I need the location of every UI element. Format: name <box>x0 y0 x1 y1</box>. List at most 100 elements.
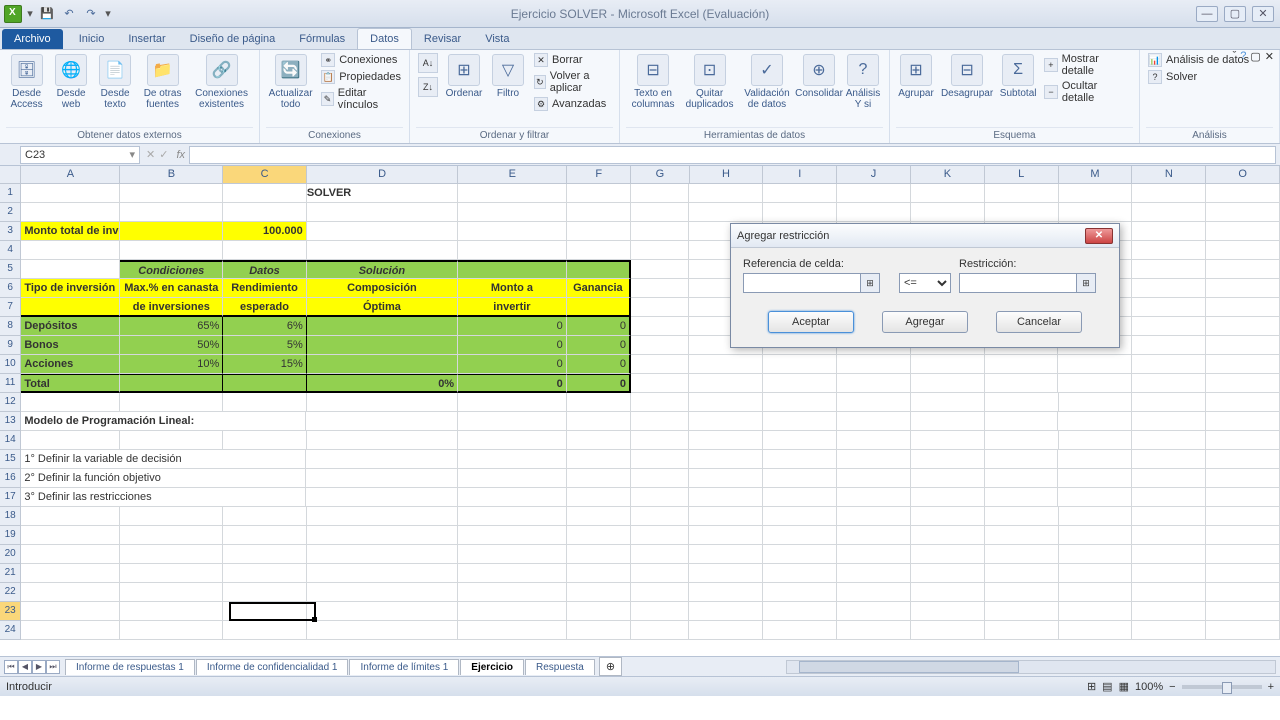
cell[interactable] <box>21 602 120 621</box>
cell[interactable] <box>1132 279 1206 298</box>
qat-dropdown-icon[interactable]: ▾ <box>26 5 34 23</box>
cell[interactable] <box>837 488 911 507</box>
cell[interactable] <box>837 450 911 469</box>
row-header-12[interactable]: 12 <box>0 393 21 412</box>
cell[interactable]: 15% <box>223 355 307 374</box>
zoom-out-button[interactable]: − <box>1169 681 1175 693</box>
cell[interactable] <box>1206 526 1280 545</box>
cell[interactable] <box>763 412 837 431</box>
cell[interactable] <box>120 602 223 621</box>
cell[interactable] <box>985 469 1059 488</box>
cell[interactable] <box>120 564 223 583</box>
cell[interactable] <box>689 583 763 602</box>
cell[interactable] <box>763 545 837 564</box>
cell[interactable] <box>1058 355 1132 374</box>
cell[interactable]: 10% <box>120 355 223 374</box>
cell[interactable] <box>458 469 567 488</box>
cell[interactable] <box>1132 469 1206 488</box>
cell[interactable] <box>631 393 689 412</box>
cell[interactable] <box>567 621 631 640</box>
cell[interactable] <box>307 507 458 526</box>
cell[interactable] <box>763 203 837 222</box>
cell[interactable] <box>567 602 631 621</box>
cell[interactable] <box>985 374 1059 393</box>
cell[interactable] <box>837 393 911 412</box>
cell[interactable] <box>567 450 631 469</box>
sheet-tab[interactable]: Informe de confidencialidad 1 <box>196 659 349 675</box>
cell[interactable]: Acciones <box>21 355 120 374</box>
cell[interactable]: Bonos <box>21 336 120 355</box>
cell[interactable] <box>21 260 120 279</box>
excel-icon[interactable] <box>4 5 22 23</box>
connections-button[interactable]: ⚭Conexiones <box>319 52 403 68</box>
cell[interactable] <box>689 507 763 526</box>
cell[interactable]: 100.000 <box>223 222 307 241</box>
cell[interactable] <box>223 545 307 564</box>
cell[interactable] <box>567 241 631 260</box>
clear-filter-button[interactable]: ✕Borrar <box>532 52 613 68</box>
cell[interactable] <box>689 412 763 431</box>
cell[interactable] <box>307 621 458 640</box>
cell[interactable] <box>567 298 631 317</box>
cell[interactable] <box>567 488 631 507</box>
remove-dup-button[interactable]: ⊡Quitar duplicados <box>684 52 735 112</box>
cell[interactable] <box>631 488 689 507</box>
cell[interactable]: 2° Definir la función objetivo <box>21 469 306 488</box>
cell[interactable] <box>1058 450 1132 469</box>
cell[interactable]: SOLVER <box>307 184 458 203</box>
new-sheet-button[interactable]: ⊕ <box>599 657 622 676</box>
cell[interactable] <box>631 260 689 279</box>
cell[interactable] <box>689 393 763 412</box>
cell[interactable] <box>1132 241 1206 260</box>
cell[interactable] <box>689 203 763 222</box>
cell[interactable] <box>1132 431 1206 450</box>
cell[interactable] <box>120 184 223 203</box>
tab-review[interactable]: Revisar <box>412 29 473 49</box>
row-header-16[interactable]: 16 <box>0 469 21 488</box>
cell[interactable] <box>763 450 837 469</box>
cell[interactable]: invertir <box>458 298 567 317</box>
cell[interactable] <box>120 241 223 260</box>
cell[interactable]: 0 <box>458 374 567 393</box>
cell[interactable] <box>567 545 631 564</box>
cell[interactable] <box>911 621 985 640</box>
cell[interactable] <box>223 526 307 545</box>
view-layout-icon[interactable]: ▤ <box>1102 680 1112 693</box>
cell[interactable] <box>1132 222 1206 241</box>
cell[interactable] <box>1206 469 1280 488</box>
cell[interactable] <box>837 184 911 203</box>
cell[interactable] <box>21 184 120 203</box>
cell[interactable] <box>689 374 763 393</box>
cell[interactable] <box>307 203 458 222</box>
cell[interactable]: 65% <box>120 317 223 336</box>
cell[interactable] <box>223 564 307 583</box>
cell[interactable] <box>911 526 985 545</box>
cell[interactable] <box>21 583 120 602</box>
cell[interactable] <box>223 507 307 526</box>
cell[interactable] <box>458 222 567 241</box>
cell[interactable] <box>763 507 837 526</box>
cell[interactable] <box>307 564 458 583</box>
cell[interactable] <box>458 412 567 431</box>
cell[interactable] <box>837 545 911 564</box>
cell[interactable] <box>631 355 689 374</box>
cell[interactable]: 0 <box>567 374 631 393</box>
row-header-24[interactable]: 24 <box>0 621 21 640</box>
consolidate-button[interactable]: ⊕Consolidar <box>799 52 839 101</box>
cell[interactable] <box>631 412 689 431</box>
cell[interactable] <box>1059 431 1133 450</box>
cell[interactable] <box>1132 260 1206 279</box>
zoom-in-button[interactable]: + <box>1268 681 1274 693</box>
col-header-G[interactable]: G <box>631 166 689 183</box>
cell[interactable] <box>689 545 763 564</box>
cell[interactable] <box>985 583 1059 602</box>
cell[interactable] <box>689 355 763 374</box>
cell[interactable] <box>1206 602 1280 621</box>
cell[interactable] <box>689 184 763 203</box>
cell[interactable] <box>21 564 120 583</box>
cell[interactable] <box>1132 184 1206 203</box>
cell[interactable] <box>763 488 837 507</box>
cell[interactable]: 3° Definir las restricciones <box>21 488 306 507</box>
cell[interactable] <box>911 602 985 621</box>
cell[interactable] <box>1132 298 1206 317</box>
